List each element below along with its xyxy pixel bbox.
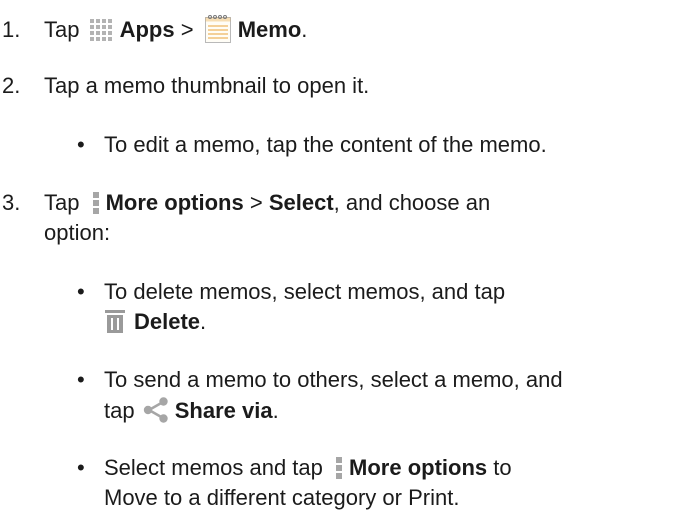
menu-separator: > bbox=[180, 17, 194, 42]
memo-notepad-icon bbox=[204, 14, 232, 44]
share-via-label: Share via bbox=[174, 398, 273, 423]
select-label: Select bbox=[268, 190, 334, 215]
bullet-text-line2: tap Share via. bbox=[104, 397, 279, 424]
apps-label: Apps bbox=[119, 17, 175, 42]
step-3-continuation: option: bbox=[44, 220, 111, 245]
bullet-text-pre: tap bbox=[104, 398, 135, 423]
bullet-end: . bbox=[272, 398, 279, 423]
step-1: 1. Tap Apps > Memo. bbox=[0, 14, 307, 44]
bullet-text: To delete memos, select memos, and tap bbox=[104, 279, 506, 304]
bullet-dot: • bbox=[77, 455, 85, 480]
menu-separator: > bbox=[249, 190, 263, 215]
bullet-dot: • bbox=[77, 132, 85, 157]
more-options-icon bbox=[333, 455, 345, 481]
step-end: . bbox=[301, 17, 308, 42]
bullet-text: To edit a memo, tap the content of the m… bbox=[104, 132, 547, 157]
memo-label: Memo bbox=[237, 17, 302, 42]
trash-icon bbox=[104, 309, 126, 333]
bullet-text-post: to bbox=[493, 455, 512, 480]
more-options-label: More options bbox=[105, 190, 244, 215]
delete-label: Delete bbox=[134, 309, 201, 334]
step-number: 3. bbox=[2, 190, 21, 215]
bullet-text-line1: Select memos and tap More options to bbox=[104, 455, 512, 481]
share-icon bbox=[143, 397, 169, 423]
bullet-dot: • bbox=[77, 279, 85, 304]
more-options-icon bbox=[90, 190, 102, 216]
bullet-end: . bbox=[200, 309, 207, 334]
apps-grid-icon bbox=[88, 17, 116, 42]
more-options-label: More options bbox=[349, 455, 488, 480]
bullet-dot: • bbox=[77, 367, 85, 392]
step-3: 3. Tap More options > Select, and choose … bbox=[0, 190, 490, 216]
step-text: Tap bbox=[44, 190, 80, 215]
step-text-tail: , and choose an bbox=[333, 190, 491, 215]
step-number: 1. bbox=[2, 17, 21, 42]
bullet-text: To send a memo to others, select a memo,… bbox=[104, 367, 563, 392]
bullet-text-pre: Select memos and tap bbox=[104, 455, 323, 480]
step-text: Tap bbox=[44, 17, 80, 42]
step-2: 2. Tap a memo thumbnail to open it. bbox=[0, 73, 369, 99]
bullet-text-line2: Move to a different category or Print. bbox=[104, 485, 460, 510]
step-number: 2. bbox=[2, 73, 21, 98]
bullet-text-line2: Delete. bbox=[104, 309, 206, 335]
step-text: Tap a memo thumbnail to open it. bbox=[44, 73, 370, 98]
